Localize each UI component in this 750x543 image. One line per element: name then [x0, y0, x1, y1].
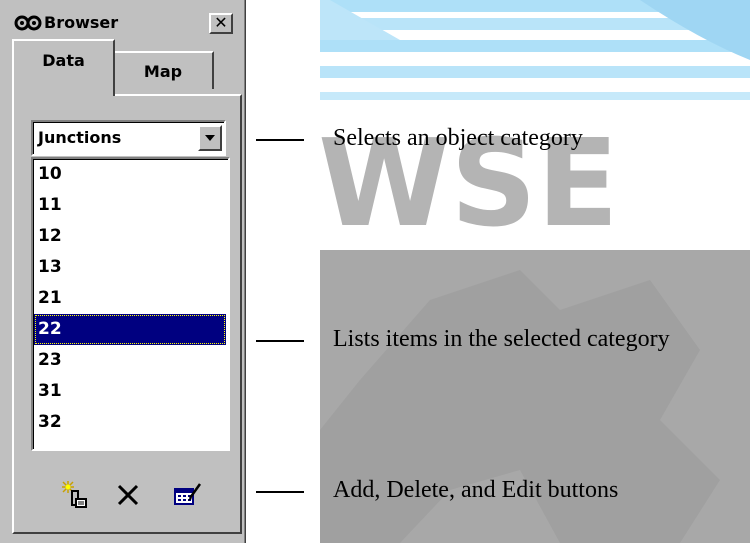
tab-map[interactable]: Map	[114, 51, 214, 89]
list-item[interactable]: 10	[34, 159, 226, 190]
add-icon	[62, 481, 87, 508]
category-select-value: Junctions	[38, 128, 122, 147]
category-dropdown-button[interactable]	[198, 125, 222, 151]
category-callout-text: Selects an object category	[333, 125, 583, 151]
list-item-selected[interactable]: 22	[34, 314, 226, 345]
buttons-callout-text: Add, Delete, and Edit buttons	[333, 477, 619, 503]
list-item[interactable]: 11	[34, 190, 226, 221]
list-item[interactable]: 12	[34, 221, 226, 252]
list-callout-line	[256, 340, 304, 342]
browser-icon	[14, 15, 42, 31]
window-title: Browser	[44, 13, 119, 32]
dropdown-arrow-icon	[205, 135, 215, 141]
list-item[interactable]: 23	[34, 345, 226, 376]
edit-button[interactable]	[172, 480, 202, 510]
list-item[interactable]: 21	[34, 283, 226, 314]
edit-icon	[174, 483, 202, 505]
close-button[interactable]: ✕	[209, 13, 233, 34]
tab-map-label: Map	[143, 62, 183, 81]
list-callout-text: Lists items in the selected category	[333, 326, 670, 352]
category-callout-line	[256, 139, 304, 141]
add-button[interactable]	[60, 480, 90, 510]
browser-panel: Browser ✕ Data Map Junctions 10 11 12 13…	[0, 0, 246, 543]
list-item[interactable]: 32	[34, 407, 226, 438]
tab-data-label: Data	[42, 51, 85, 70]
items-list[interactable]: 10 11 12 13 21 22 23 31 32	[31, 157, 230, 451]
delete-icon	[117, 484, 139, 506]
tab-data[interactable]: Data	[12, 39, 115, 96]
title-bar[interactable]: Browser ✕	[6, 10, 242, 36]
delete-button[interactable]	[113, 480, 143, 510]
list-item[interactable]: 31	[34, 376, 226, 407]
category-select[interactable]: Junctions	[31, 120, 226, 156]
list-item[interactable]: 13	[34, 252, 226, 283]
buttons-callout-line	[256, 491, 304, 493]
close-icon: ✕	[214, 13, 228, 32]
